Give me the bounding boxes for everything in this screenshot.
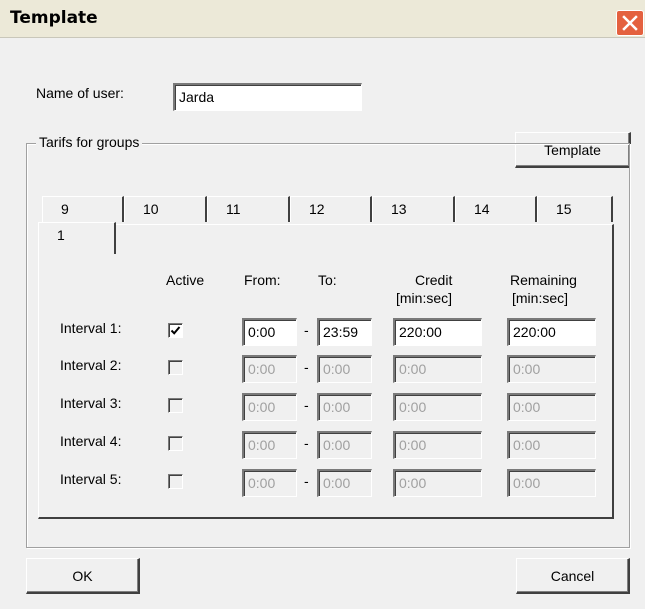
range-separator: - — [304, 473, 309, 489]
header-credit: Credit — [415, 272, 453, 288]
remaining-input[interactable]: 220:00 — [507, 318, 596, 346]
tab-13[interactable]: 13 — [372, 196, 455, 222]
header-to: To: — [318, 272, 337, 288]
tab-15[interactable]: 15 — [537, 196, 613, 222]
credit-input: 0:00 — [393, 469, 482, 497]
to-input: 0:00 — [317, 355, 372, 383]
active-checkbox[interactable] — [168, 323, 183, 338]
header-remaining-unit: [min:sec] — [512, 290, 569, 306]
name-of-user-label: Name of user: — [36, 85, 124, 101]
credit-input[interactable]: 220:00 — [393, 318, 482, 346]
remaining-input: 0:00 — [507, 431, 596, 459]
ok-button[interactable]: OK — [26, 558, 140, 594]
template-dialog: Template Name of user: Jarda Template Ta… — [0, 0, 645, 609]
cancel-button[interactable]: Cancel — [516, 558, 630, 594]
active-checkbox — [168, 360, 183, 375]
title-bar[interactable]: Template — [0, 0, 645, 38]
close-icon — [622, 15, 638, 31]
tab-9[interactable]: 9 — [42, 196, 124, 222]
header-active: Active — [166, 272, 205, 288]
header-credit-unit: [min:sec] — [396, 290, 453, 306]
range-separator: - — [304, 359, 309, 375]
close-button[interactable] — [616, 10, 644, 36]
range-separator: - — [304, 397, 309, 413]
from-input: 0:00 — [242, 469, 297, 497]
to-input[interactable]: 23:59 — [317, 318, 372, 346]
to-input: 0:00 — [317, 393, 372, 421]
interval-label: Interval 5: — [60, 471, 122, 487]
from-input[interactable]: 0:00 — [242, 318, 297, 346]
from-input: 0:00 — [242, 431, 297, 459]
header-from: From: — [244, 272, 281, 288]
tab-1[interactable]: 1 — [38, 222, 116, 254]
tab-14[interactable]: 14 — [455, 196, 537, 222]
tab-11[interactable]: 11 — [207, 196, 290, 222]
tab-12[interactable]: 12 — [290, 196, 372, 222]
active-checkbox — [168, 398, 183, 413]
interval-label: Interval 2: — [60, 357, 122, 373]
credit-input: 0:00 — [393, 431, 482, 459]
tarifs-group-title: Tarifs for groups — [36, 134, 143, 150]
remaining-input: 0:00 — [507, 469, 596, 497]
active-checkbox — [168, 474, 183, 489]
range-separator: - — [304, 435, 309, 451]
to-input: 0:00 — [317, 431, 372, 459]
header-remaining: Remaining — [510, 272, 577, 288]
active-checkbox — [168, 436, 183, 451]
window-title: Template — [10, 8, 98, 28]
from-input: 0:00 — [242, 393, 297, 421]
remaining-input: 0:00 — [507, 355, 596, 383]
credit-input: 0:00 — [393, 355, 482, 383]
credit-input: 0:00 — [393, 393, 482, 421]
range-separator: - — [304, 322, 309, 338]
remaining-input: 0:00 — [507, 393, 596, 421]
interval-label: Interval 1: — [60, 320, 122, 336]
tab-10[interactable]: 10 — [124, 196, 207, 222]
from-input: 0:00 — [242, 355, 297, 383]
name-of-user-input[interactable]: Jarda — [173, 83, 362, 111]
to-input: 0:00 — [317, 469, 372, 497]
interval-label: Interval 3: — [60, 395, 122, 411]
interval-label: Interval 4: — [60, 433, 122, 449]
checkmark-icon — [170, 326, 181, 335]
